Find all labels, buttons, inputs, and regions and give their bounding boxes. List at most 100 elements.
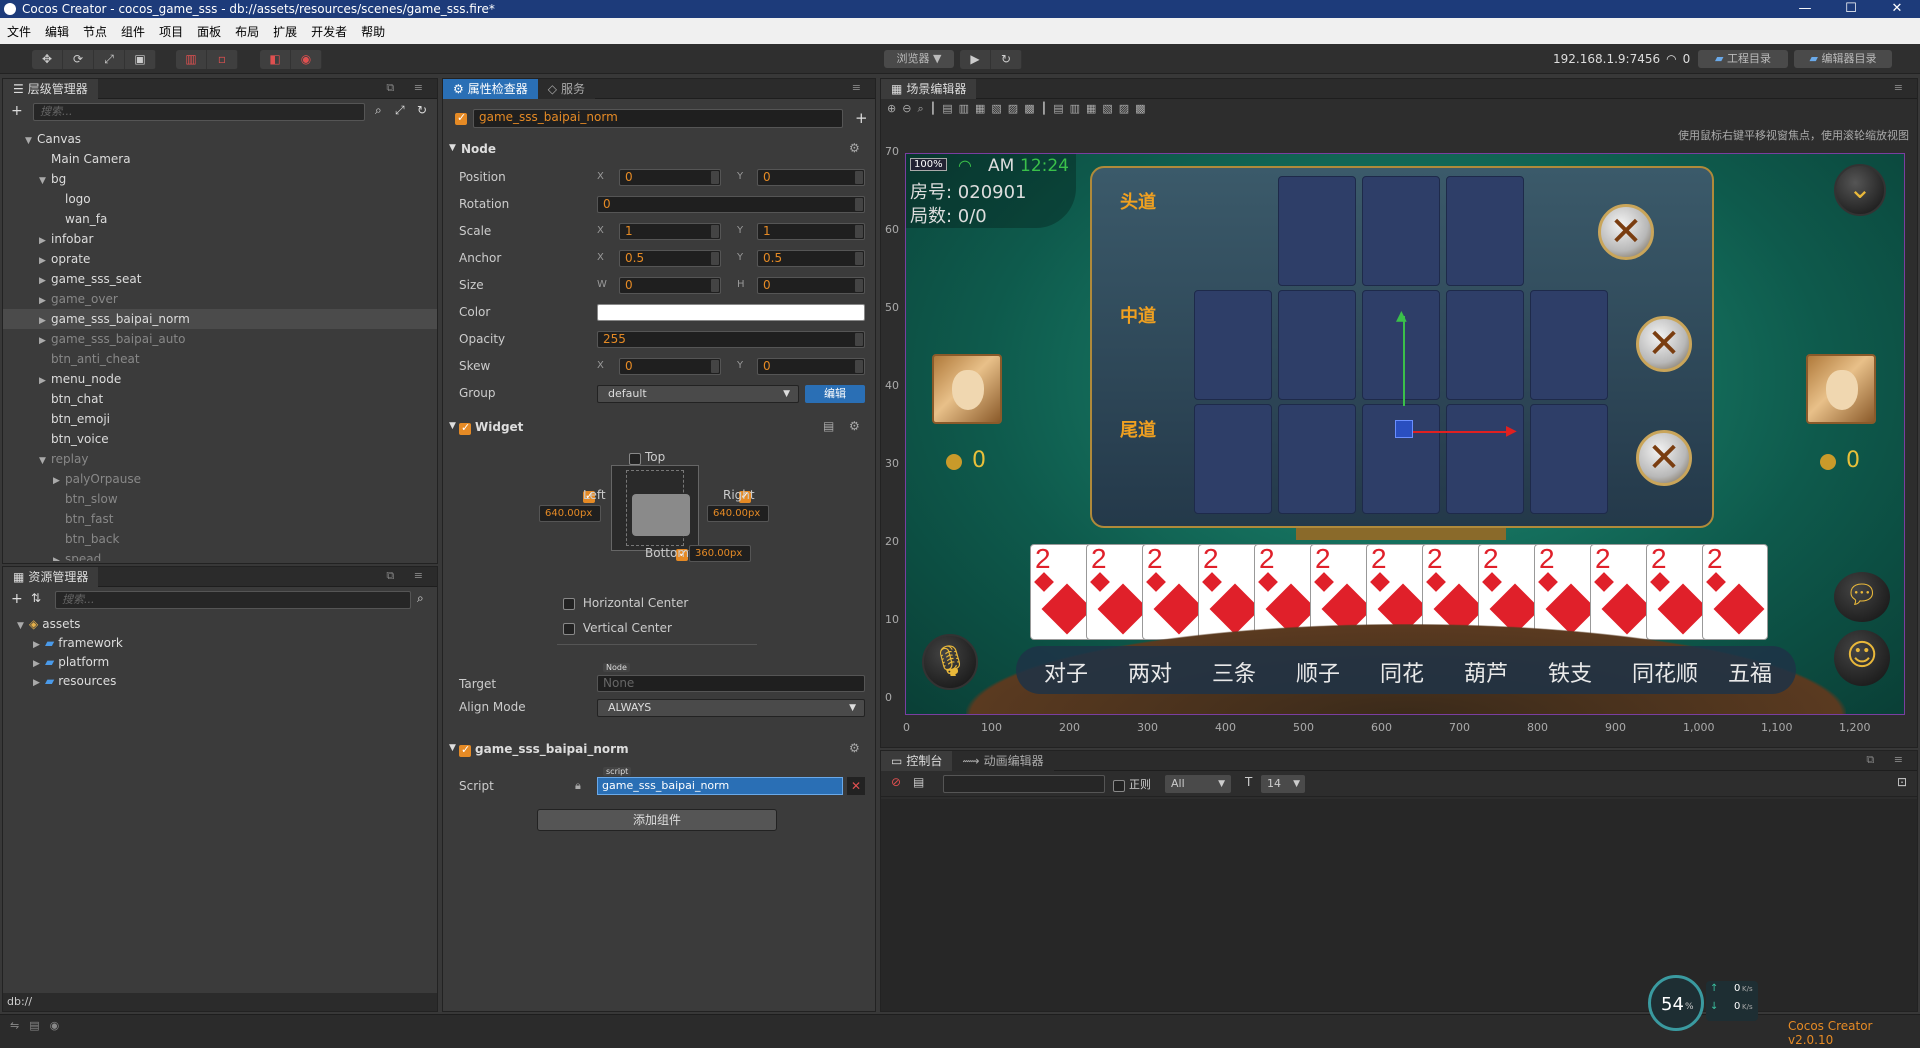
- panel-menu-icon[interactable]: ⧉ ≡: [386, 81, 431, 95]
- asset-item[interactable]: ▼ ◈ assets: [3, 615, 437, 634]
- size-w-input[interactable]: 0: [619, 277, 721, 294]
- pivot-center-icon[interactable]: ▫: [207, 50, 238, 69]
- hierarchy-node[interactable]: ▶ palyOrpause: [3, 469, 437, 489]
- minimize-button[interactable]: —: [1782, 0, 1828, 18]
- node-active-checkbox[interactable]: [455, 111, 467, 125]
- hand-type-button[interactable]: 同花顺: [1632, 656, 1698, 688]
- hierarchy-search-input[interactable]: 搜索...: [33, 103, 365, 121]
- preview-ip[interactable]: 192.168.1.9:7456: [1553, 52, 1660, 66]
- panel-menu-icon[interactable]: ≡: [852, 81, 869, 94]
- gizmo-2d-icon[interactable]: ◧: [260, 50, 291, 69]
- regex-checkbox[interactable]: [1113, 779, 1125, 792]
- menu-help[interactable]: 帮助: [354, 23, 392, 40]
- gizmo-x-axis[interactable]: [1412, 431, 1512, 433]
- add-node-icon[interactable]: +: [11, 103, 23, 119]
- gizmo-3d-icon[interactable]: ◉: [291, 50, 322, 69]
- collapse-arrow-icon[interactable]: ▶: [39, 311, 51, 331]
- hierarchy-node[interactable]: btn_anti_cheat: [3, 349, 437, 369]
- panel-menu-icon[interactable]: ⧉ ≡: [386, 569, 431, 583]
- status-tools-icon[interactable]: ⇋▤◉: [10, 1019, 69, 1032]
- card-slot[interactable]: [1278, 176, 1356, 286]
- position-x-input[interactable]: 0: [619, 169, 721, 186]
- game-canvas[interactable]: 100% ◠ AM 12:24 房号: 020901 局数: 0/0 ⌄ 0 0…: [905, 153, 1905, 715]
- zoom-in-icon[interactable]: ⊕: [887, 102, 902, 115]
- clear-tail-button[interactable]: ✕: [1636, 430, 1692, 486]
- panel-menu-icon[interactable]: ⧉ ≡: [1866, 753, 1911, 767]
- search-icon[interactable]: ⌕: [417, 591, 424, 606]
- card-slot[interactable]: [1446, 290, 1524, 400]
- hand-type-button[interactable]: 葫芦: [1464, 656, 1508, 688]
- clear-console-icon[interactable]: ⊘: [891, 775, 901, 789]
- card-slot[interactable]: [1362, 290, 1440, 400]
- hierarchy-node[interactable]: logo: [3, 189, 437, 209]
- bottom-offset-input[interactable]: 360.00px: [689, 545, 751, 562]
- menu-node[interactable]: 节点: [76, 23, 114, 40]
- chat-button[interactable]: 💬︎: [1834, 572, 1890, 622]
- expand-arrow-icon[interactable]: ▼: [39, 171, 51, 191]
- menu-extension[interactable]: 扩展: [266, 23, 304, 40]
- hierarchy-node[interactable]: ▶ game_sss_baipai_norm: [3, 309, 437, 329]
- color-swatch[interactable]: [597, 304, 865, 321]
- card-slot[interactable]: [1530, 290, 1608, 400]
- hierarchy-node[interactable]: ▼ Canvas: [3, 129, 437, 149]
- collapse-arrow-icon[interactable]: ▶: [39, 291, 51, 311]
- collapse-arrow-icon[interactable]: ▶: [39, 231, 51, 251]
- assets-search-input[interactable]: 搜索...: [55, 591, 411, 609]
- player-avatar-right[interactable]: [1806, 354, 1876, 424]
- menu-dropdown-button[interactable]: ⌄: [1834, 164, 1886, 216]
- horizontal-center-checkbox[interactable]: [563, 597, 575, 610]
- hierarchy-node[interactable]: btn_emoji: [3, 409, 437, 429]
- clear-script-icon[interactable]: ✕: [847, 777, 865, 795]
- size-h-input[interactable]: 0: [757, 277, 865, 294]
- skew-y-input[interactable]: 0: [757, 358, 865, 375]
- scale-y-input[interactable]: 1: [757, 223, 865, 240]
- anchor-x-input[interactable]: 0.5: [619, 250, 721, 267]
- left-offset-input[interactable]: 640.00px: [539, 505, 601, 522]
- refresh-icon[interactable]: ↻: [991, 50, 1022, 69]
- hierarchy-node[interactable]: ▶ infobar: [3, 229, 437, 249]
- open-editor-dir-button[interactable]: ▰ 编辑器目录: [1794, 50, 1892, 68]
- menu-layout[interactable]: 布局: [228, 23, 266, 40]
- collapse-arrow-icon[interactable]: ▶: [39, 271, 51, 291]
- move-tool-icon[interactable]: ✥: [32, 50, 63, 69]
- hierarchy-node[interactable]: Main Camera: [3, 149, 437, 169]
- rotate-tool-icon[interactable]: ⟳: [63, 50, 94, 69]
- collapse-arrow-icon[interactable]: ▶: [33, 674, 45, 693]
- scale-tool-icon[interactable]: ⤢: [94, 50, 125, 69]
- voice-button[interactable]: 🎙︎: [922, 634, 978, 690]
- hierarchy-node[interactable]: ▶ oprate: [3, 249, 437, 269]
- align-top-checkbox[interactable]: [629, 452, 641, 465]
- hand-type-button[interactable]: 三条: [1212, 656, 1256, 688]
- card-slot[interactable]: [1194, 290, 1272, 400]
- target-input[interactable]: None: [597, 675, 865, 692]
- hand-type-button[interactable]: 两对: [1128, 656, 1172, 688]
- node-section-header[interactable]: ▼ Node ⚙: [443, 139, 875, 161]
- script-enabled-checkbox[interactable]: [459, 743, 471, 757]
- scale-x-input[interactable]: 1: [619, 223, 721, 240]
- log-level-select[interactable]: All ▼: [1165, 775, 1231, 793]
- menu-component[interactable]: 组件: [114, 23, 152, 40]
- preview-platform-select[interactable]: 浏览器 ▼: [884, 50, 954, 68]
- collapse-arrow-icon[interactable]: ▶: [53, 471, 65, 491]
- tab-animation-editor[interactable]: ⟿ 动画编辑器: [952, 750, 1054, 771]
- rotation-input[interactable]: 0: [597, 196, 865, 213]
- card-slot[interactable]: [1362, 176, 1440, 286]
- right-offset-input[interactable]: 640.00px: [707, 505, 769, 522]
- hand-type-button[interactable]: 对子: [1044, 656, 1088, 688]
- vertical-center-checkbox[interactable]: [563, 622, 575, 635]
- skew-x-input[interactable]: 0: [619, 358, 721, 375]
- card-slot[interactable]: [1194, 404, 1272, 514]
- card-slot[interactable]: [1278, 290, 1356, 400]
- add-component-button[interactable]: 添加组件: [537, 809, 777, 831]
- anchor-y-input[interactable]: 0.5: [757, 250, 865, 267]
- widget-section-header[interactable]: ▼ Widget ▤ ⚙: [443, 417, 875, 439]
- align-mode-select[interactable]: ALWAYS ▼: [597, 699, 865, 717]
- clear-middle-button[interactable]: ✕: [1636, 316, 1692, 372]
- hierarchy-node[interactable]: wan_fa: [3, 209, 437, 229]
- gear-icon[interactable]: ⚙: [849, 141, 860, 155]
- panel-menu-icon[interactable]: ≡: [1894, 81, 1911, 94]
- opacity-input[interactable]: 255: [597, 331, 865, 348]
- console-log-area[interactable]: [881, 799, 1917, 1011]
- add-icon[interactable]: +: [855, 109, 868, 127]
- hierarchy-node[interactable]: btn_fast: [3, 509, 437, 529]
